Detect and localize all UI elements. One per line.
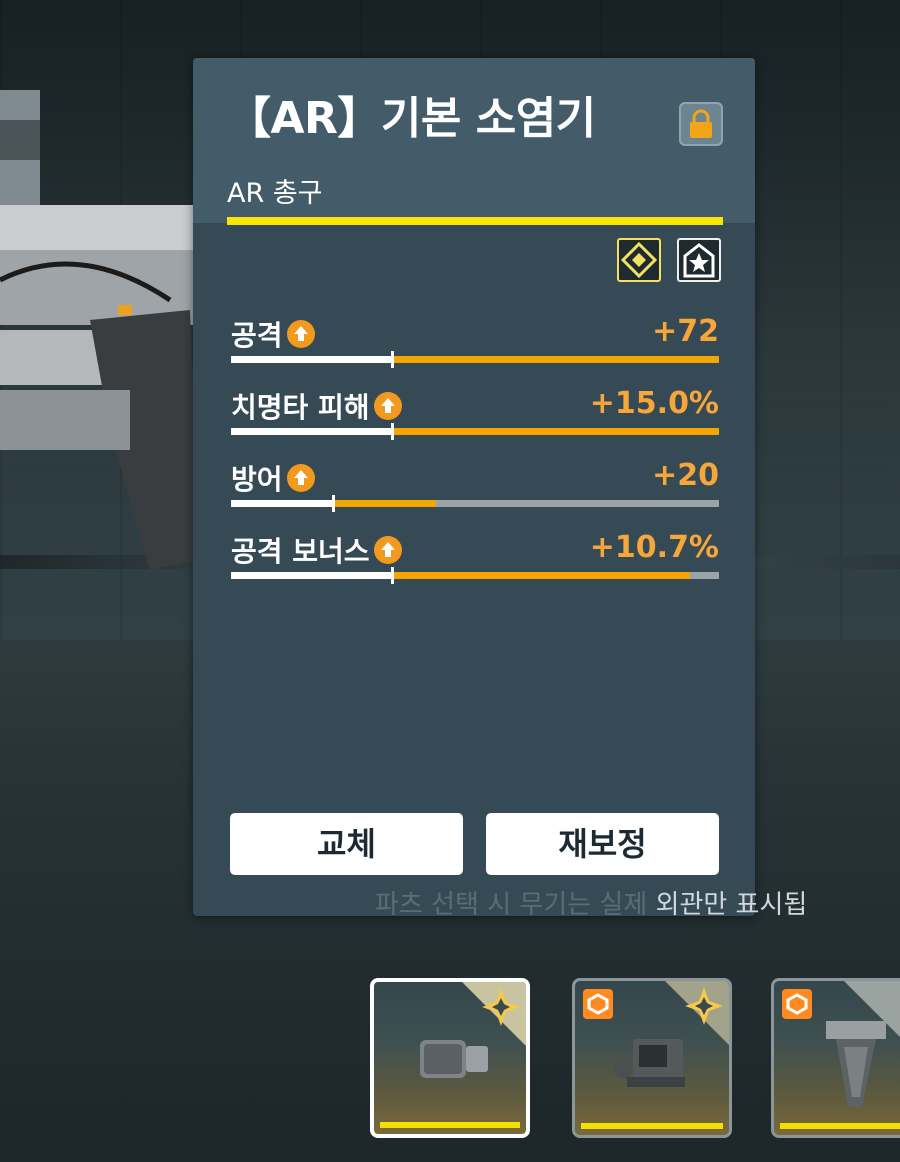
stat-row-attack-bonus: 공격 보너스 +10.7% [231,530,719,590]
stat-bar [231,495,719,512]
rarity-line [227,217,723,225]
lock-button[interactable] [679,102,723,146]
hint-text-faded: 파츠 선택 시 무기는 실제 [375,890,656,920]
part-category: AR 총구 [227,178,323,209]
upgrade-icon [286,320,315,348]
stat-value: +20 [652,458,719,493]
hint-text-visible: 외관만 표시됩 [655,890,808,920]
part-type-icon [583,989,613,1019]
muzzle-part-image [420,1040,488,1078]
stat-name: 치명타 피해 [231,391,370,424]
stat-bar-tick [391,567,394,584]
stat-name: 공격 보너스 [231,535,370,568]
stat-bar-bonus [392,572,690,579]
stat-bar-base [231,428,392,435]
stat-name: 방어 [231,463,283,496]
rarity-bar [380,1122,520,1128]
hint-text: 파츠 선택 시 무기는 실제 외관만 표시됩 [375,884,807,921]
stat-value: +10.7% [589,530,719,565]
sparkle-icon [482,988,520,1026]
upgrade-icon [373,536,402,564]
stat-bar-bonus [392,356,719,363]
stat-value: +15.0% [589,386,719,421]
stat-bar-base [231,572,392,579]
stat-bar-base [231,500,333,507]
stat-bar-tick [391,423,394,440]
recalibrate-button[interactable]: 재보정 [486,813,719,875]
stat-row-defense: 방어 +20 [231,458,719,518]
part-slot-grip[interactable] [771,978,900,1138]
stat-row-crit-damage: 치명타 피해 +15.0% [231,386,719,446]
sight-part-image [614,1039,685,1087]
stat-bar-base [231,356,392,363]
stat-bar-bonus [333,500,436,507]
grip-part-image [826,1021,886,1107]
stat-bar [231,567,719,584]
part-title: 【AR】기본 소염기 [227,93,596,144]
stat-value: +72 [652,314,719,349]
stat-bar-bonus [392,428,719,435]
stat-bar-tick [332,495,335,512]
weapon-preview-image [0,90,215,570]
part-info-panel: 【AR】기본 소염기 AR 총구 공격 +72 치명타 피해 +15.0% 방어… [193,58,755,916]
part-slot-sight[interactable] [572,978,732,1138]
stat-bar [231,351,719,368]
stat-bar [231,423,719,440]
stat-row-attack: 공격 +72 [231,314,719,374]
part-type-icon [782,989,812,1019]
upgrade-icon [373,392,402,420]
diamond-rank-icon[interactable] [617,238,661,282]
stat-bar-tick [391,351,394,368]
rarity-bar [581,1123,723,1129]
stat-name: 공격 [231,319,283,352]
swap-button[interactable]: 교체 [230,813,463,875]
upgrade-icon [286,464,315,492]
star-chevron-icon[interactable] [677,238,721,282]
rarity-bar [780,1123,900,1129]
sparkle-icon [685,987,723,1025]
part-slot-muzzle[interactable] [370,978,530,1138]
lock-icon [690,109,712,138]
